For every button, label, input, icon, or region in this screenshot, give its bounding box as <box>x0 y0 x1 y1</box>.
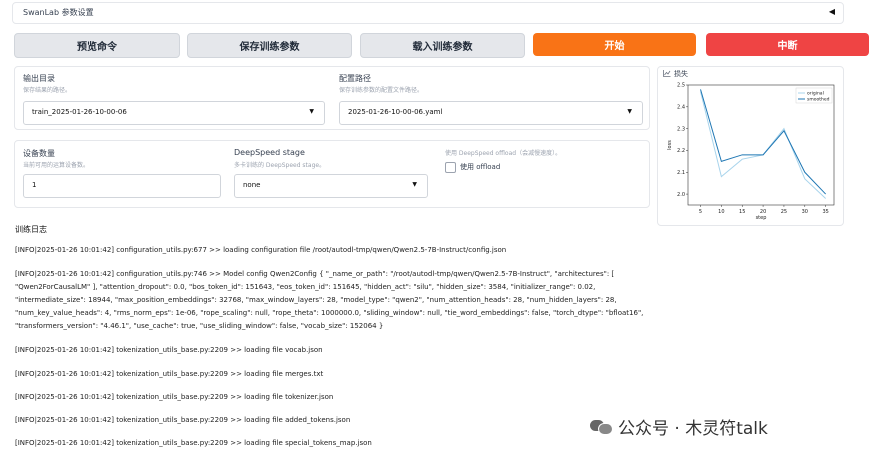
log-line: "num_key_value_heads": 4, "rms_norm_eps"… <box>15 309 644 317</box>
output-dir-label: 输出目录 <box>23 74 55 83</box>
config-path-dropdown[interactable]: 2025-01-26-10-00-06.yaml ▼ <box>339 101 643 125</box>
loss-plot-tab[interactable]: 损失 <box>663 69 688 79</box>
config-path-value: 2025-01-26-10-00-06.yaml <box>348 108 443 116</box>
deepspeed-info: 多卡训练的 DeepSpeed stage。 <box>234 162 326 169</box>
save-params-button[interactable]: 保存训练参数 <box>187 33 352 58</box>
config-path-label: 配置路径 <box>339 74 371 83</box>
x-tick-label: 10 <box>718 209 724 215</box>
stop-button[interactable]: 中断 <box>706 33 869 56</box>
log-line: [INFO|2025-01-26 10:01:42] configuration… <box>15 270 615 278</box>
device-deepspeed-panel: 设备数量 当前可用的运算设备数。 1 DeepSpeed stage 多卡训练的… <box>14 140 650 208</box>
y-tick-label: 2.3 <box>677 126 685 132</box>
x-tick-label: 15 <box>739 209 745 215</box>
log-line: "Qwen2ForCausalLM" ], "attention_dropout… <box>15 283 596 291</box>
loss-chart: 5 10 15 20 25 30 352.02.12.22.32.42.5steplosso… <box>667 83 835 221</box>
device-count-input[interactable]: 1 <box>23 174 221 198</box>
log-title: 训练日志 <box>15 225 47 234</box>
dropdown-arrow-icon: ▼ <box>309 108 314 115</box>
collapse-arrow-icon[interactable]: ◀ <box>829 7 835 16</box>
swanlab-settings-accordion[interactable]: SwanLab 参数设置 ◀ <box>12 2 844 24</box>
preview-command-button[interactable]: 预览命令 <box>14 33 180 58</box>
y-tick-label: 2.1 <box>677 170 685 176</box>
deepspeed-dropdown[interactable]: none ▼ <box>234 174 428 198</box>
deepspeed-value: none <box>243 181 261 189</box>
accordion-title: SwanLab 参数设置 <box>23 8 94 17</box>
loss-tab-label: 损失 <box>674 70 688 78</box>
y-tick-label: 2.4 <box>677 105 685 111</box>
dropdown-arrow-icon: ▼ <box>412 181 417 188</box>
series-line-original <box>700 91 826 199</box>
load-params-button[interactable]: 载入训练参数 <box>360 33 525 58</box>
offload-info: 使用 DeepSpeed offload（会减慢速度）。 <box>445 150 562 157</box>
x-tick-label: 5 <box>699 209 702 215</box>
x-axis-label: step <box>756 215 767 221</box>
log-line: "intermediate_size": 18944, "max_positio… <box>15 296 617 304</box>
dropdown-arrow-icon: ▼ <box>627 108 632 115</box>
log-line: [INFO|2025-01-26 10:01:42] tokenization_… <box>15 393 334 401</box>
y-axis-label: loss <box>667 140 673 150</box>
output-dir-dropdown[interactable]: train_2025-01-26-10-00-06 ▼ <box>23 101 325 125</box>
watermark: 公众号 · 木灵符talk <box>590 414 768 439</box>
legend-label-original: original <box>807 91 824 97</box>
x-tick-label: 30 <box>802 209 808 215</box>
x-tick-label: 35 <box>822 209 828 215</box>
watermark-text: 公众号 · 木灵符talk <box>618 419 768 439</box>
start-button[interactable]: 开始 <box>533 33 696 56</box>
offload-checkbox[interactable] <box>445 162 456 173</box>
device-count-value: 1 <box>32 181 37 189</box>
log-line: [INFO|2025-01-26 10:01:42] configuration… <box>15 246 507 254</box>
output-config-panel: 输出目录 保存结果的路径。 train_2025-01-26-10-00-06 … <box>14 66 650 130</box>
wechat-icon <box>590 418 613 436</box>
device-count-info: 当前可用的运算设备数。 <box>23 162 90 169</box>
line-chart-icon <box>663 69 671 79</box>
deepspeed-label: DeepSpeed stage <box>234 148 305 157</box>
y-tick-label: 2.0 <box>677 192 685 198</box>
y-tick-label: 2.5 <box>677 83 685 89</box>
log-line: "transformers_version": "4.46.1", "use_c… <box>15 322 384 330</box>
output-dir-value: train_2025-01-26-10-00-06 <box>32 108 127 116</box>
output-dir-info: 保存结果的路径。 <box>23 87 72 94</box>
config-path-info: 保存训练参数的配置文件路径。 <box>339 87 424 94</box>
log-line: [INFO|2025-01-26 10:01:42] tokenization_… <box>15 346 323 354</box>
x-tick-label: 25 <box>781 209 787 215</box>
log-line: [INFO|2025-01-26 10:01:42] tokenization_… <box>15 370 324 378</box>
device-count-label: 设备数量 <box>23 149 55 158</box>
y-tick-label: 2.2 <box>677 148 685 154</box>
legend-label-smoothed: smoothed <box>807 97 830 103</box>
series-line-smoothed <box>700 89 827 195</box>
offload-label: 使用 offload <box>460 163 501 171</box>
